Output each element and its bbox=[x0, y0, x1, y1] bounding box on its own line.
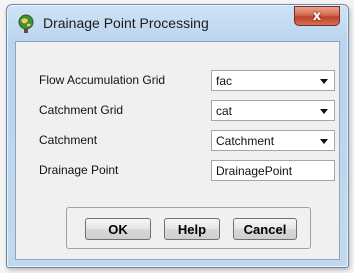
flow-accumulation-grid-label: Flow Accumulation Grid bbox=[39, 73, 166, 87]
catchment-select[interactable]: Catchment bbox=[211, 130, 335, 151]
chevron-down-icon bbox=[320, 139, 328, 144]
ok-button[interactable]: OK bbox=[85, 218, 151, 240]
dialog-window: Drainage Point Processing x Flow Accumul… bbox=[6, 4, 349, 268]
row-drainage-point: Drainage Point bbox=[16, 160, 339, 184]
button-group: OK Help Cancel bbox=[66, 207, 311, 249]
flow-accumulation-grid-select[interactable]: fac bbox=[211, 70, 335, 91]
close-button[interactable]: x bbox=[294, 6, 340, 26]
chevron-down-icon bbox=[320, 79, 328, 84]
cancel-button[interactable]: Cancel bbox=[233, 218, 297, 240]
drainage-point-input[interactable] bbox=[211, 160, 335, 181]
catchment-grid-select[interactable]: cat bbox=[211, 100, 335, 121]
row-catchment: Catchment Catchment bbox=[16, 130, 339, 154]
dialog-body: Flow Accumulation Grid fac Catchment Gri… bbox=[15, 41, 340, 260]
close-icon: x bbox=[312, 8, 322, 24]
window-title: Drainage Point Processing bbox=[43, 15, 209, 31]
help-button[interactable]: Help bbox=[164, 218, 220, 240]
catchment-grid-label: Catchment Grid bbox=[39, 103, 124, 117]
catchment-value: Catchment bbox=[216, 134, 275, 148]
title-bar[interactable]: Drainage Point Processing x bbox=[7, 5, 348, 41]
catchment-label: Catchment bbox=[39, 133, 98, 147]
arcgis-globe-icon bbox=[18, 14, 34, 33]
row-catchment-grid: Catchment Grid cat bbox=[16, 100, 339, 124]
flow-accumulation-grid-value: fac bbox=[216, 74, 233, 88]
row-flow-accumulation-grid: Flow Accumulation Grid fac bbox=[16, 70, 339, 94]
drainage-point-label: Drainage Point bbox=[39, 163, 119, 177]
catchment-grid-value: cat bbox=[216, 104, 233, 118]
chevron-down-icon bbox=[320, 109, 328, 114]
